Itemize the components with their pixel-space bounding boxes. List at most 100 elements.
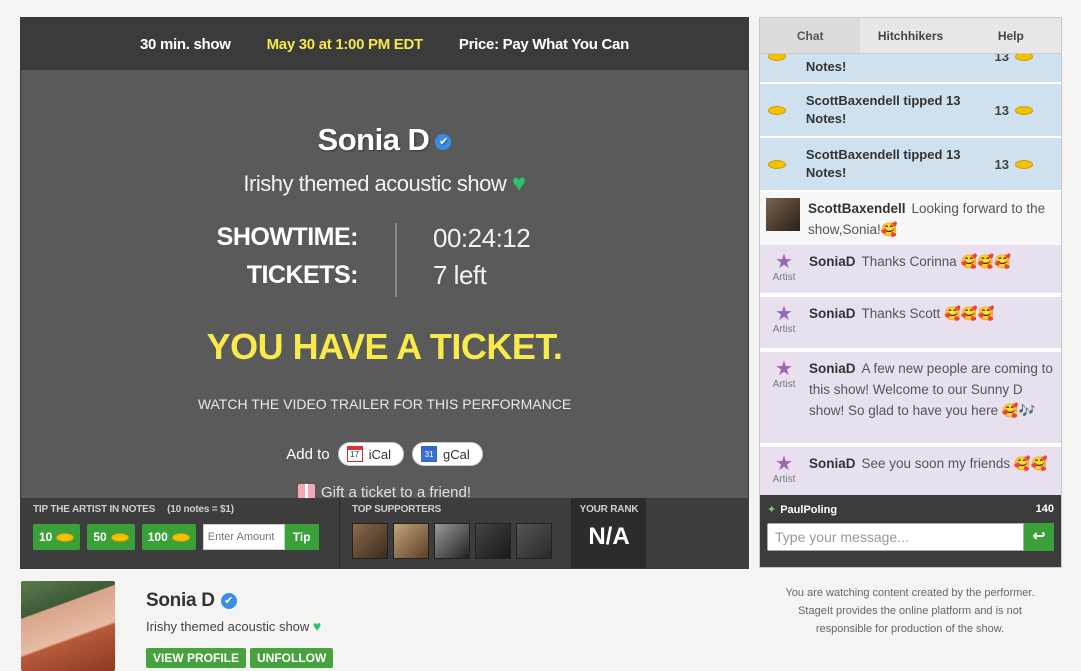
- send-button[interactable]: ↩: [1024, 523, 1054, 551]
- tab-chat[interactable]: Chat: [760, 18, 861, 53]
- star-icon: ★: [775, 251, 793, 273]
- divider: [395, 223, 397, 297]
- artist-badge: ★ Artist: [766, 453, 802, 497]
- tip-submit-button[interactable]: Tip: [284, 524, 319, 550]
- tickets-remaining: 7 left: [433, 260, 487, 290]
- chat-messages[interactable]: Notes! 13 ScottBaxendell tipped 13 Notes…: [760, 54, 1061, 498]
- tagline-text: Irishy themed acoustic show: [243, 171, 507, 196]
- tip-message-amount: 13: [995, 54, 1053, 64]
- artist-label: Artist: [772, 474, 796, 485]
- rank-label: YOUR RANK: [579, 504, 639, 515]
- tab-hitchhikers[interactable]: Hitchhikers: [860, 18, 960, 53]
- message-user[interactable]: SoniaD: [809, 361, 856, 376]
- tip-message: ScottBaxendell tipped 13 Notes! 13: [760, 138, 1061, 190]
- artist-badge: ★ Artist: [766, 251, 802, 287]
- artist-badge: ★ Artist: [766, 303, 802, 342]
- tip-label: TIP THE ARTIST IN NOTES (10 notes = $1): [33, 504, 327, 515]
- message-text: Thanks Scott 🥰🥰🥰: [861, 306, 995, 321]
- artist-photo[interactable]: [21, 581, 115, 671]
- tip-message: ScottBaxendell tipped 13 Notes! 13: [760, 84, 1061, 136]
- supporter-avatar[interactable]: [475, 523, 511, 559]
- tickets-label: TICKETS:: [246, 261, 359, 289]
- gcal-label: gCal: [443, 446, 470, 462]
- profile-name-heading: Sonia D ✔: [146, 590, 237, 612]
- add-to-label: Add to: [286, 445, 330, 463]
- tip-10-button[interactable]: 10: [33, 524, 81, 550]
- tip-rate: (10 notes = $1): [167, 504, 234, 515]
- tip-label-text: TIP THE ARTIST IN NOTES: [33, 504, 156, 515]
- tip-amount: 13: [994, 102, 1009, 118]
- star-icon: ★: [775, 453, 793, 475]
- tip-100-button[interactable]: 100: [141, 524, 196, 550]
- message-text: Thanks Corinna 🥰🥰🥰: [861, 254, 1011, 269]
- show-duration: 30 min. show: [140, 35, 231, 53]
- rank-value: N/A: [588, 523, 630, 550]
- message-user[interactable]: SoniaD: [809, 306, 856, 321]
- coin-icon: [1015, 54, 1033, 61]
- trailer-link[interactable]: WATCH THE VIDEO TRAILER FOR THIS PERFORM…: [21, 396, 748, 412]
- gcal-button[interactable]: 31 gCal: [412, 442, 483, 466]
- tip-message-text: ScottBaxendell tipped 13 Notes!: [805, 93, 961, 126]
- chat-message-input[interactable]: Type your message...: [767, 523, 1024, 551]
- viewer-count: 140: [1035, 503, 1054, 515]
- profile-tagline: Irishy themed acoustic show ♥: [146, 618, 321, 634]
- disclaimer-text: You are watching content created by the …: [785, 587, 1035, 635]
- artist-message: ★ Artist SoniaD A few new people are comin…: [760, 352, 1061, 443]
- top-supporters: TOP SUPPORTERS: [340, 498, 572, 568]
- chat-footer: ✦ PaulPoling 140 Type your message... ↩: [760, 495, 1061, 567]
- tip-50-button[interactable]: 50: [87, 524, 135, 550]
- supporter-avatar[interactable]: [393, 523, 429, 559]
- show-price: Price: Pay What You Can: [458, 35, 629, 53]
- ical-button[interactable]: 17 iCal: [337, 442, 405, 466]
- tip-message-amount: 13: [995, 157, 1053, 172]
- showtime-block: SHOWTIME: 00:24:12 TICKETS: 7 left: [21, 223, 748, 303]
- artist-name: Sonia D: [317, 122, 430, 157]
- artist-badge: ★ Artist: [766, 358, 802, 437]
- gift-icon: [297, 484, 315, 499]
- stage-panel: 30 min. show May 30 at 1:00 PM EDT Price…: [20, 17, 749, 569]
- tip-message-amount: 13: [995, 103, 1053, 118]
- message-user[interactable]: SoniaD: [809, 254, 856, 269]
- supporter-avatar[interactable]: [516, 523, 552, 559]
- tip-amount: 50: [93, 530, 107, 544]
- show-tagline: Irishy themed acoustic show ♥: [21, 170, 748, 198]
- profile-tagline-text: Irishy themed acoustic show: [146, 619, 310, 634]
- showtime-label: SHOWTIME:: [216, 223, 359, 251]
- view-profile-button[interactable]: VIEW PROFILE: [146, 648, 247, 668]
- google-calendar-icon: 31: [421, 446, 438, 462]
- tip-panel: TIP THE ARTIST IN NOTES (10 notes = $1) 1…: [21, 498, 340, 568]
- tip-amount-input[interactable]: [202, 524, 285, 550]
- green-heart-icon: ♥: [312, 618, 322, 634]
- user-avatar[interactable]: [766, 198, 800, 231]
- coin-icon: [110, 532, 129, 542]
- artist-name-heading: Sonia D ✔: [21, 122, 748, 158]
- viewer-name: PaulPoling: [780, 504, 838, 516]
- chat-tabs: Chat Hitchhikers Help: [760, 18, 1061, 54]
- supporter-avatar[interactable]: [434, 523, 470, 559]
- show-date: May 30 at 1:00 PM EDT: [266, 35, 424, 53]
- viewer-info: ✦ PaulPoling: [767, 503, 837, 516]
- profile-actions: VIEW PROFILE UNFOLLOW: [146, 648, 334, 668]
- star-icon: ★: [775, 358, 793, 380]
- artist-label: Artist: [772, 379, 796, 390]
- verified-icon: ✔: [220, 592, 237, 609]
- supporter-avatar[interactable]: [352, 523, 388, 559]
- coin-icon: [768, 159, 786, 169]
- artist-label: Artist: [772, 324, 796, 335]
- coin-icon: [768, 54, 786, 61]
- show-info-bar: 30 min. show May 30 at 1:00 PM EDT Price…: [21, 18, 748, 70]
- showtime-countdown: 00:24:12: [433, 223, 531, 253]
- verified-icon: ✔: [435, 133, 452, 150]
- message-user[interactable]: SoniaD: [809, 456, 856, 471]
- ical-label: iCal: [368, 446, 392, 462]
- tip-amount: 10: [39, 530, 53, 544]
- tab-help[interactable]: Help: [961, 18, 1061, 53]
- tip-message-text: ScottBaxendell tipped 13 Notes!: [805, 147, 961, 180]
- tip-message-text: Notes!: [805, 59, 847, 74]
- message-user[interactable]: ScottBaxendell: [808, 201, 906, 216]
- tip-amount: 13: [994, 54, 1009, 64]
- unfollow-button[interactable]: UNFOLLOW: [250, 648, 334, 668]
- calendar-icon: 17: [346, 446, 363, 462]
- artist-label: Artist: [772, 272, 796, 283]
- artist-message: ★ Artist SoniaD Thanks Corinna 🥰🥰🥰: [760, 245, 1061, 293]
